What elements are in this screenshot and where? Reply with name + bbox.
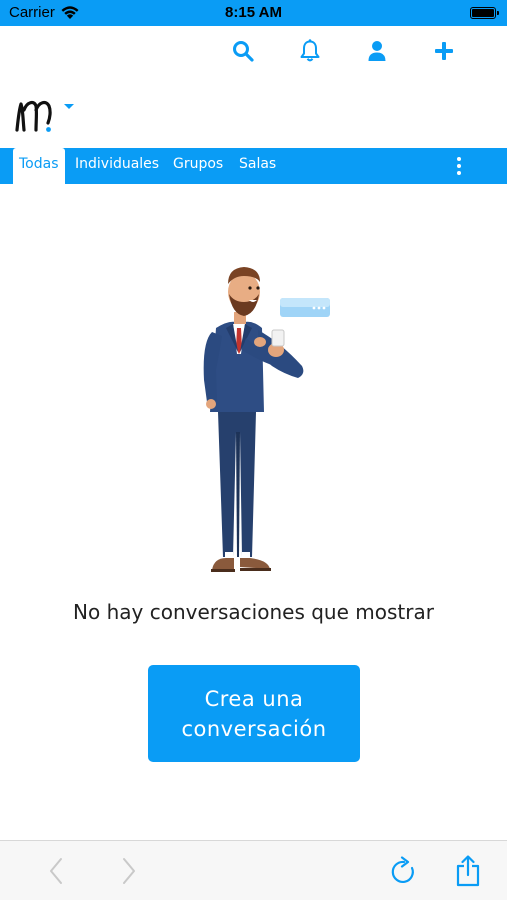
bottom-toolbar (0, 840, 507, 900)
header-actions (209, 36, 477, 66)
back-button[interactable] (40, 855, 72, 887)
clock: 8:15 AM (225, 4, 282, 21)
reload-button[interactable] (388, 855, 420, 887)
brand-logo-icon (15, 100, 74, 132)
new-button[interactable] (410, 36, 477, 66)
conversation-tabs: Todas Individuales Grupos Salas (0, 148, 507, 184)
share-icon (456, 855, 480, 887)
plus-icon (434, 42, 453, 60)
kebab-dot (457, 171, 461, 175)
profile-button[interactable] (343, 36, 410, 66)
search-button[interactable] (209, 36, 276, 66)
kebab-dot (457, 157, 461, 161)
tab-individuales[interactable]: Individuales (75, 148, 159, 184)
forward-button[interactable] (113, 855, 145, 887)
share-button[interactable] (452, 855, 484, 887)
back-chevron-icon (50, 858, 62, 884)
empty-state-message: No hay conversaciones que mostrar (73, 600, 434, 624)
reload-icon (391, 856, 414, 883)
bell-icon (300, 39, 319, 62)
tab-todas[interactable]: Todas (13, 148, 65, 184)
user-icon (368, 41, 385, 61)
battery-icon (470, 7, 499, 19)
tab-salas[interactable]: Salas (239, 148, 276, 184)
tab-grupos[interactable]: Grupos (173, 148, 223, 184)
create-conversation-label: Crea una conversación (181, 686, 327, 741)
more-options-button[interactable] (453, 157, 465, 175)
notifications-button[interactable] (276, 36, 343, 66)
status-bar: Carrier 8:15 AM (0, 0, 507, 26)
forward-chevron-icon (123, 858, 135, 884)
empty-state-illustration (203, 267, 330, 572)
kebab-dot (457, 164, 461, 168)
brand-logo-switcher[interactable] (14, 96, 76, 134)
create-conversation-button[interactable]: Crea una conversación (148, 665, 360, 762)
search-icon (232, 41, 254, 62)
